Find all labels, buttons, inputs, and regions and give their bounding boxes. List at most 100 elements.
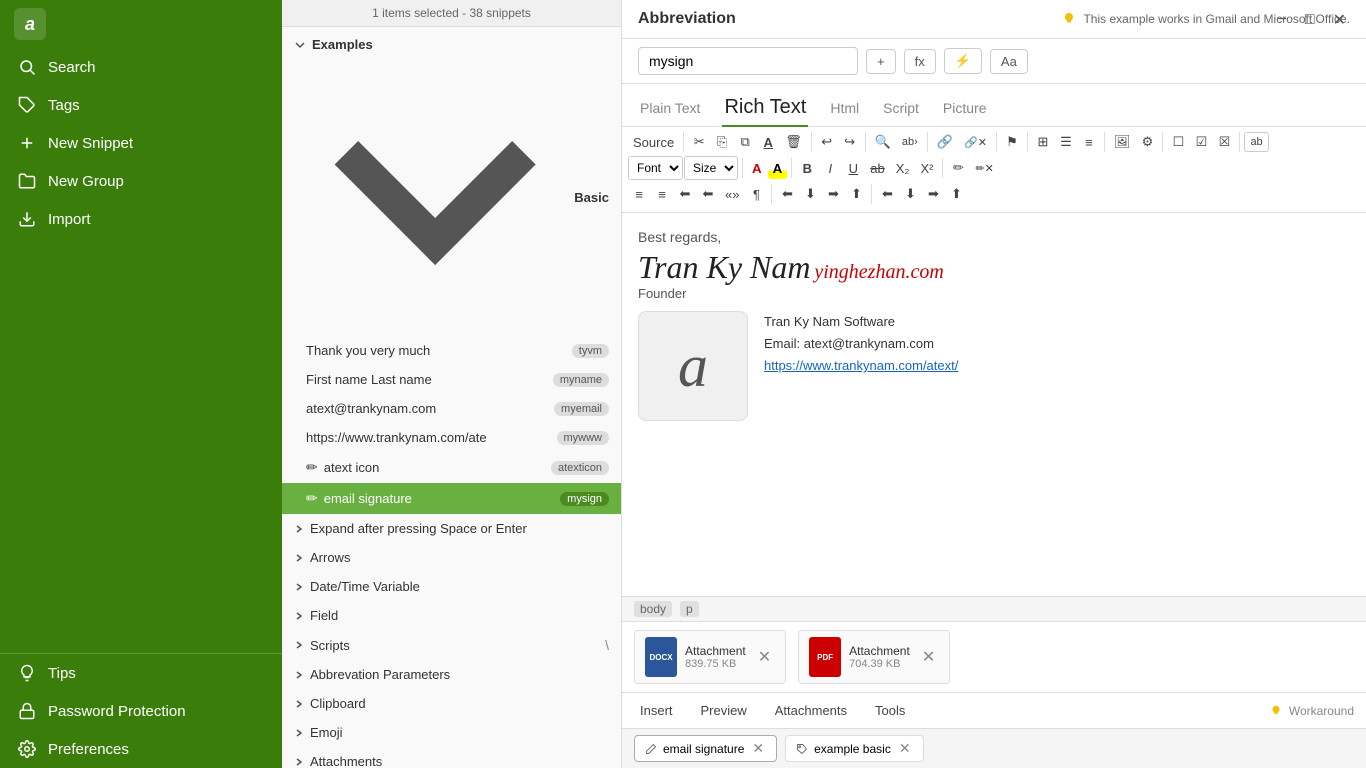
aa-button[interactable]: Aa [990,49,1028,74]
group-emoji[interactable]: Emoji [282,718,621,747]
tab-plain-text[interactable]: Plain Text [638,94,702,124]
list-button[interactable]: ☰ [1055,131,1077,153]
footer-chip-example-basic[interactable]: example basic ✕ [785,735,923,762]
tab-rich-text[interactable]: Rich Text [722,90,808,127]
superscript-button[interactable]: X² [915,158,938,179]
tab-picture[interactable]: Picture [941,94,989,124]
italic-button[interactable]: I [819,158,841,179]
group-expand-after[interactable]: Expand after pressing Space or Enter [282,514,621,543]
paste-button[interactable]: ⧉ [734,131,756,153]
outdent-button[interactable]: ⬅ [674,183,696,205]
snippet-item-thank-you[interactable]: Thank you very much tyvm [282,336,621,365]
delete-button[interactable]: 🗑 [780,131,807,153]
checkbox-button[interactable]: ☐ [1167,131,1189,153]
close-button[interactable]: ✕ [1325,8,1354,32]
lightning-button[interactable]: ⚡ [944,48,982,74]
maximize-button[interactable]: □ [1297,9,1323,31]
group-scripts[interactable]: Scripts \ [282,630,621,660]
checkbox-x-button[interactable]: ☒ [1213,131,1235,153]
sidebar-item-import[interactable]: Import [0,200,282,238]
align-justify-button[interactable]: ⬆ [845,183,867,205]
sidebar-item-tips[interactable]: Tips [0,654,282,692]
paragraph-button[interactable]: ¶ [745,184,767,205]
minimize-button[interactable]: − [1270,9,1295,31]
cut-button[interactable]: ✂ [688,131,710,153]
group-basic[interactable]: Basic [282,58,621,336]
tab-script[interactable]: Script [881,94,921,124]
paste-text-button[interactable]: A [757,132,779,153]
font-select[interactable]: Font [628,156,683,180]
group-field[interactable]: Field [282,601,621,630]
abbreviation-input[interactable] [638,47,858,75]
group-abbreviation-params[interactable]: Abbrevation Parameters [282,660,621,689]
att1-close-button[interactable]: ✕ [754,647,775,667]
align-left-button[interactable]: ⬅ [776,183,798,205]
sidebar-item-new-group[interactable]: New Group [0,162,282,200]
website-link[interactable]: https://www.trankynam.com/atext/ [764,355,958,377]
image-button[interactable]: 🖼 [1109,131,1136,153]
redo-button[interactable]: ↪ [839,131,861,153]
size-select[interactable]: Size [684,156,738,180]
tools-button[interactable]: Tools [869,699,911,722]
indent-button[interactable]: ⬅ [697,183,719,205]
footer-chip-email-signature[interactable]: email signature ✕ [634,735,777,762]
sidebar-item-password-protection[interactable]: Password Protection [0,692,282,730]
checkbox-checked-button[interactable]: ☑ [1190,131,1212,153]
table-button[interactable]: ⊞ [1032,131,1054,153]
link-button[interactable]: 🔗 [932,131,958,153]
add-abbr-button[interactable]: + [866,49,896,74]
group-attachments-list[interactable]: Attachments [282,747,621,768]
list2-button[interactable]: ≡ [1078,132,1100,153]
website-url[interactable]: https://www.trankynam.com/atext/ [764,358,958,373]
replace-button[interactable]: ab› [897,133,923,151]
bold-button[interactable]: B [796,158,818,179]
clear-format2-button[interactable]: ✏✕ [970,159,998,178]
dir-ltr-button[interactable]: ⬅ [876,183,898,205]
source-button[interactable]: Source [628,132,679,153]
preview-button[interactable]: Preview [695,699,753,722]
ul-button[interactable]: ≡ [651,184,673,205]
insert-button[interactable]: Insert [634,699,679,722]
font-color-button[interactable]: A [747,158,767,179]
sidebar-item-new-snippet[interactable]: New Snippet [0,124,282,162]
dir-up-button[interactable]: ⬆ [945,183,967,205]
flag-button[interactable]: ⚑ [1001,131,1023,153]
fx-button[interactable]: fx [904,49,936,74]
sidebar-item-search[interactable]: Search [0,48,282,86]
strikethrough-button[interactable]: ab [865,158,889,179]
copy-button[interactable]: ⎘ [711,131,733,153]
group-datetime[interactable]: Date/Time Variable [282,572,621,601]
snippet-item-https[interactable]: https://www.trankynam.com/ate mywww [282,423,621,452]
editor-content[interactable]: Best regards, Tran Ky Nam yinghezhan.com… [622,213,1366,596]
footer-chip-basic-close[interactable]: ✕ [897,740,913,757]
blockquote-button[interactable]: «» [720,184,744,205]
unlink-button[interactable]: 🔗✕ [959,133,992,152]
subscript-button[interactable]: X₂ [891,158,915,179]
find-button[interactable]: 🔍 [870,131,896,153]
group-examples[interactable]: Examples [282,31,621,58]
group-clipboard[interactable]: Clipboard [282,689,621,718]
snippet-item-atext-email[interactable]: atext@trankynam.com myemail [282,394,621,423]
bg-color-button[interactable]: A [768,158,788,179]
media-button[interactable]: ⚙ [1136,131,1158,153]
clear-format-button[interactable]: ✏ [947,157,969,179]
align-center-button[interactable]: ⬇ [799,183,821,205]
attachments-button[interactable]: Attachments [769,699,853,722]
underline-button[interactable]: U [842,158,864,179]
tab-html[interactable]: Html [828,94,861,124]
sidebar-item-preferences[interactable]: Preferences [0,730,282,768]
ol-button[interactable]: ≡ [628,184,650,205]
snippet-item-atext-icon[interactable]: ✏ atext icon atexticon [282,452,621,483]
undo-button[interactable]: ↩ [816,131,838,153]
sidebar-item-tags[interactable]: Tags [0,86,282,124]
dir-rtl-button[interactable]: ➡ [922,183,944,205]
dir-down-button[interactable]: ⬇ [899,183,921,205]
group-arrows[interactable]: Arrows [282,543,621,572]
snippet-var-button[interactable]: ab [1244,132,1268,152]
att2-close-button[interactable]: ✕ [918,647,939,667]
divider-5 [996,132,997,152]
align-right-button[interactable]: ➡ [822,183,844,205]
footer-chip-email-close[interactable]: ✕ [750,740,766,757]
snippet-item-first-name[interactable]: First name Last name myname [282,365,621,394]
snippet-item-email-signature[interactable]: ✏ email signature mysign [282,483,621,514]
